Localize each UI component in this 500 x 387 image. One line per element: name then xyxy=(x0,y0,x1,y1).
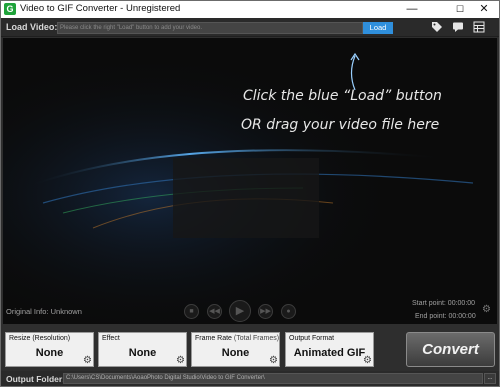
load-button[interactable]: Load xyxy=(363,22,393,34)
trim-settings-gear-icon[interactable]: ⚙ xyxy=(482,304,491,315)
next-button[interactable]: ▶▶ xyxy=(258,304,273,319)
minimize-button[interactable]: — xyxy=(399,1,425,18)
convert-button[interactable]: Convert xyxy=(406,332,495,367)
chat-icon[interactable] xyxy=(451,21,465,34)
snapshot-button[interactable]: ● xyxy=(281,304,296,319)
grid-icon[interactable] xyxy=(472,21,486,34)
snapshot-icon: ● xyxy=(286,308,291,315)
app-window: G Video to GIF Converter - Unregistered … xyxy=(0,0,500,387)
output-folder-label: Output Folder: xyxy=(6,374,66,384)
output-format-value: Animated GIF xyxy=(293,347,366,359)
effect-title: Effect xyxy=(102,335,120,342)
frame-rate-option-panel[interactable]: Frame Rate (Total Frames) None ⚙ xyxy=(191,332,280,367)
effect-gear-icon[interactable]: ⚙ xyxy=(176,355,185,366)
preview-background-art xyxy=(3,38,497,324)
resize-value: None xyxy=(35,347,64,359)
output-format-option-panel[interactable]: Output Format Animated GIF ⚙ xyxy=(285,332,374,367)
resize-option-panel[interactable]: Resize (Resolution) None ⚙ xyxy=(5,332,94,367)
next-icon: ▶▶ xyxy=(260,308,271,315)
effect-option-panel[interactable]: Effect None ⚙ xyxy=(98,332,187,367)
effect-value: None xyxy=(128,347,157,359)
output-folder-input[interactable]: C:\Users\CS\Documents\AoaoPhoto Digital … xyxy=(63,373,483,384)
video-preview-area[interactable]: Click the blue “Load” button OR drag you… xyxy=(3,38,497,324)
output-format-title: Output Format xyxy=(289,335,335,342)
load-video-row: Load Video: Please click the right "Load… xyxy=(1,18,499,37)
app-logo-icon: G xyxy=(4,3,16,15)
play-button[interactable]: ▶ xyxy=(229,300,251,322)
window-title: Video to GIF Converter - Unregistered xyxy=(20,3,181,14)
frame-rate-title-sub: (Total Frames) xyxy=(233,335,280,342)
hint-line-2: OR drag your video file here xyxy=(241,117,440,133)
load-video-label: Load Video: xyxy=(6,22,58,32)
frame-rate-title-main: Frame Rate xyxy=(195,335,232,342)
maximize-button[interactable]: ☐ xyxy=(447,1,473,18)
title-bar: G Video to GIF Converter - Unregistered … xyxy=(1,1,499,18)
play-icon: ▶ xyxy=(235,305,245,317)
resize-title: Resize (Resolution) xyxy=(9,335,71,342)
original-info-label: Original Info: Unknown xyxy=(6,307,82,316)
stop-button[interactable]: ■ xyxy=(184,304,199,319)
start-point-label: Start point: 00:00:00 xyxy=(412,300,476,307)
hint-line-1: Click the blue “Load” button xyxy=(243,88,442,104)
previous-button[interactable]: ◀◀ xyxy=(207,304,222,319)
frame-rate-gear-icon[interactable]: ⚙ xyxy=(269,355,278,366)
previous-icon: ◀◀ xyxy=(209,308,220,315)
output-format-gear-icon[interactable]: ⚙ xyxy=(363,355,372,366)
end-point-label: End point: 00:00:00 xyxy=(415,313,476,320)
tag-icon[interactable] xyxy=(430,21,444,34)
browse-folder-button[interactable]: ... xyxy=(484,373,496,384)
frame-rate-title: Frame Rate (Total Frames) xyxy=(195,335,279,342)
video-path-input[interactable]: Please click the right "Load" button to … xyxy=(57,22,363,34)
output-folder-row: Output Folder: C:\Users\CS\Documents\Aoa… xyxy=(1,371,499,386)
frame-rate-value: None xyxy=(221,347,250,359)
close-button[interactable]: ✕ xyxy=(471,1,497,18)
resize-gear-icon[interactable]: ⚙ xyxy=(83,355,92,366)
stop-icon: ■ xyxy=(189,308,194,315)
